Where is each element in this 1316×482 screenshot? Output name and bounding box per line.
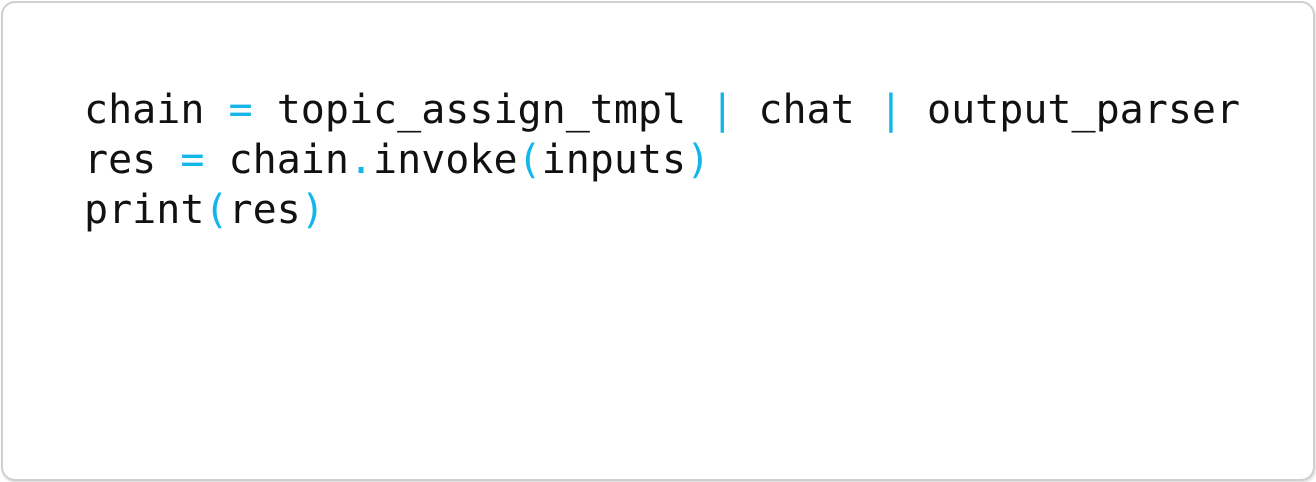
token-close-paren: )	[300, 187, 325, 233]
token-pipe: |	[878, 87, 903, 133]
token-print: print	[84, 187, 205, 233]
code-line-1: chain = topic_assign_tmpl | chat | outpu…	[84, 85, 1240, 135]
token-res: res	[84, 137, 157, 183]
token-close-paren: )	[686, 137, 711, 183]
token-res: res	[228, 187, 301, 233]
token-chain: chain	[84, 87, 205, 133]
token-output-parser: output_parser	[927, 87, 1241, 133]
token-chain: chain	[228, 137, 349, 183]
token-invoke: invoke	[373, 137, 518, 183]
token-pipe: |	[710, 87, 735, 133]
token-assign: =	[180, 137, 205, 183]
token-open-paren: (	[517, 137, 542, 183]
token-dot: .	[348, 137, 374, 183]
token-assign: =	[228, 87, 253, 133]
code-line-3: print(res)	[84, 185, 1240, 235]
token-open-paren: (	[204, 187, 229, 233]
token-inputs: inputs	[541, 137, 687, 183]
code-line-2: res = chain.invoke(inputs)	[84, 135, 1240, 185]
token-chat: chat	[758, 87, 855, 133]
code-block[interactable]: chain = topic_assign_tmpl | chat | outpu…	[84, 85, 1240, 235]
token-topic-assign-tmpl: topic_assign_tmpl	[276, 87, 687, 133]
code-card: chain = topic_assign_tmpl | chat | outpu…	[1, 1, 1315, 481]
